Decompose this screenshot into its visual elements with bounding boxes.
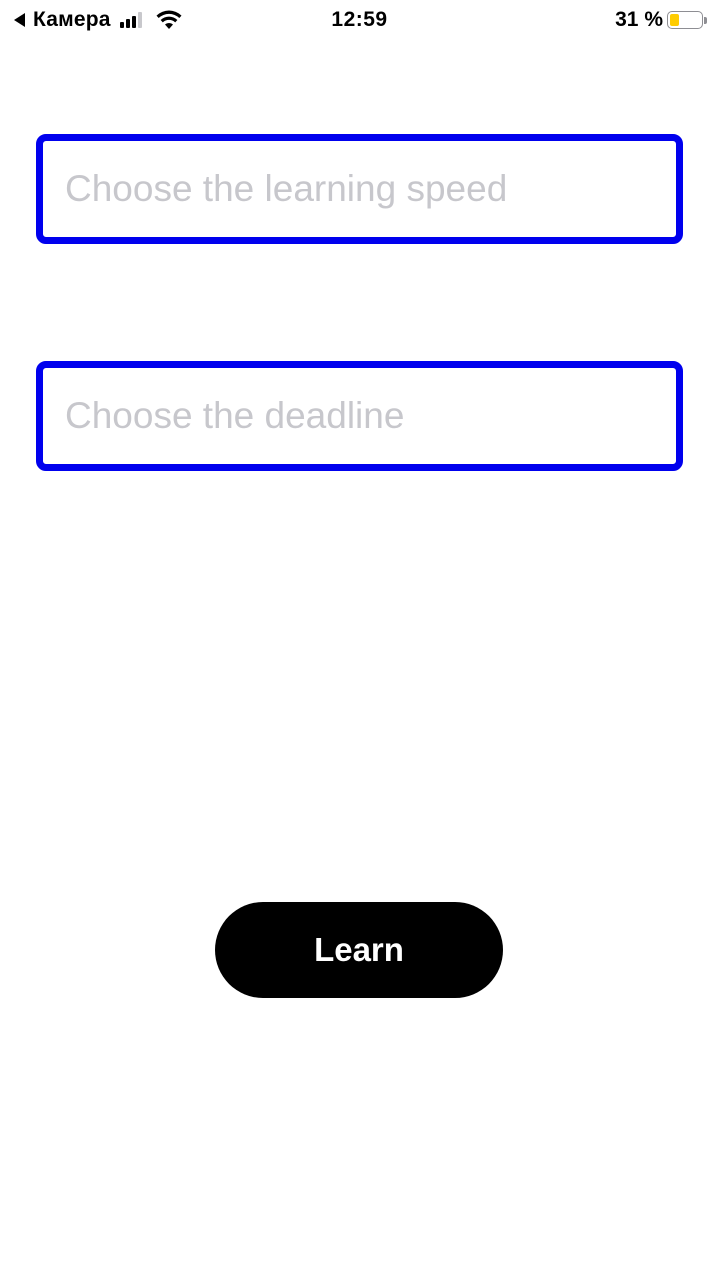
learning-speed-input[interactable] [43, 141, 676, 237]
status-bar-right: 31 % [615, 8, 709, 32]
deadline-input[interactable] [43, 368, 676, 464]
battery-body [667, 11, 703, 29]
learn-button[interactable]: Learn [215, 902, 503, 998]
status-bar: Камера 12:59 31 % [0, 0, 719, 40]
battery-cap [704, 16, 707, 24]
battery-icon [667, 10, 709, 30]
learning-speed-field[interactable] [36, 134, 683, 244]
battery-fill [670, 14, 680, 26]
deadline-field[interactable] [36, 361, 683, 471]
status-time: 12:59 [331, 8, 388, 31]
battery-percent: 31 % [615, 8, 663, 31]
